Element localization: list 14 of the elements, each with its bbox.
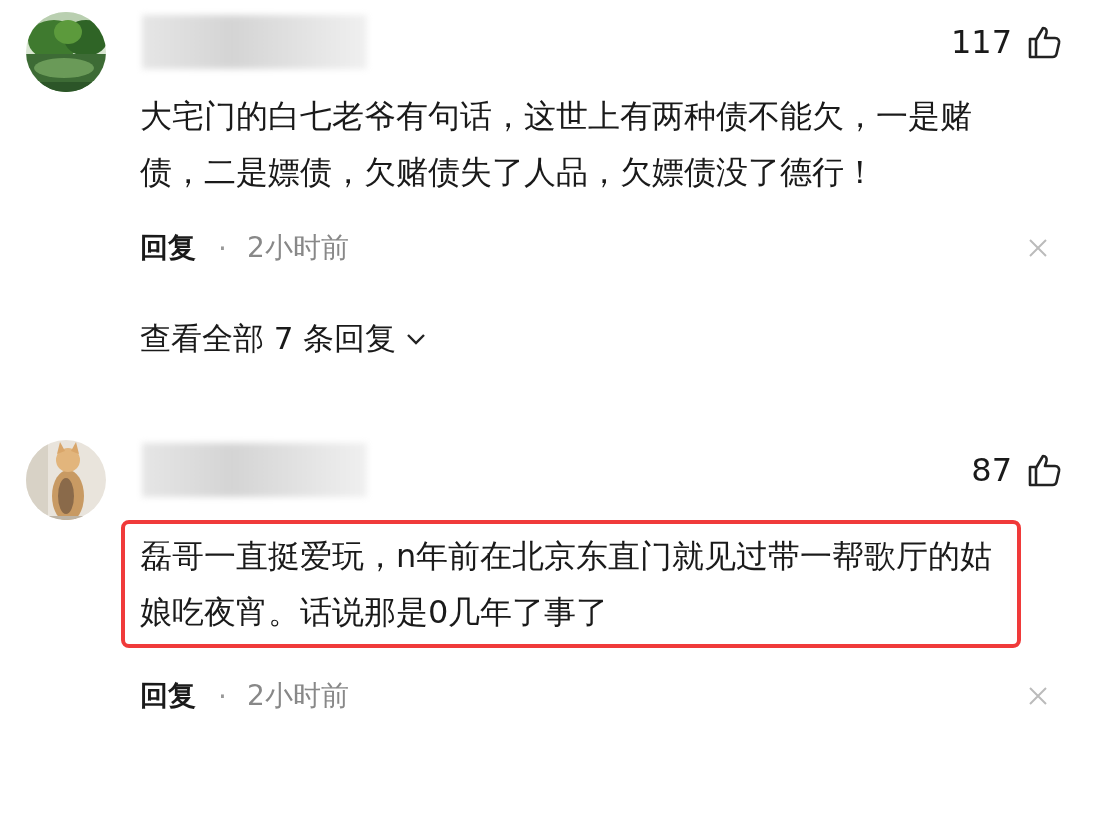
separator-dot: · (218, 679, 227, 713)
thumbs-up-icon[interactable] (1026, 452, 1062, 488)
chevron-down-icon[interactable] (406, 333, 427, 345)
comment-text: 大宅门的白七老爷有句话，这世上有两种债不能欠，一是赌债，二是嫖债，欠赌债失了人品，欠嫖债没了德行！ (140, 96, 973, 193)
comment-text: 磊哥一直挺爱玩，n年前在北京东直门就见过带一帮歌厅的姑娘吃夜宵。话说那是0几年了事了 (121, 520, 1021, 648)
view-replies-link[interactable]: 查看全部 7 条回复 (140, 318, 397, 360)
thumbs-up-icon[interactable] (1026, 24, 1062, 60)
reply-link[interactable]: 回复 (140, 229, 196, 267)
timestamp: 2小时前 (246, 678, 349, 714)
like-count: 117 (950, 23, 1012, 61)
timestamp: 2小时前 (246, 230, 349, 266)
reply-link[interactable]: 回复 (140, 677, 196, 715)
like-count: 87 (971, 451, 1012, 489)
separator-dot: · (218, 231, 227, 265)
